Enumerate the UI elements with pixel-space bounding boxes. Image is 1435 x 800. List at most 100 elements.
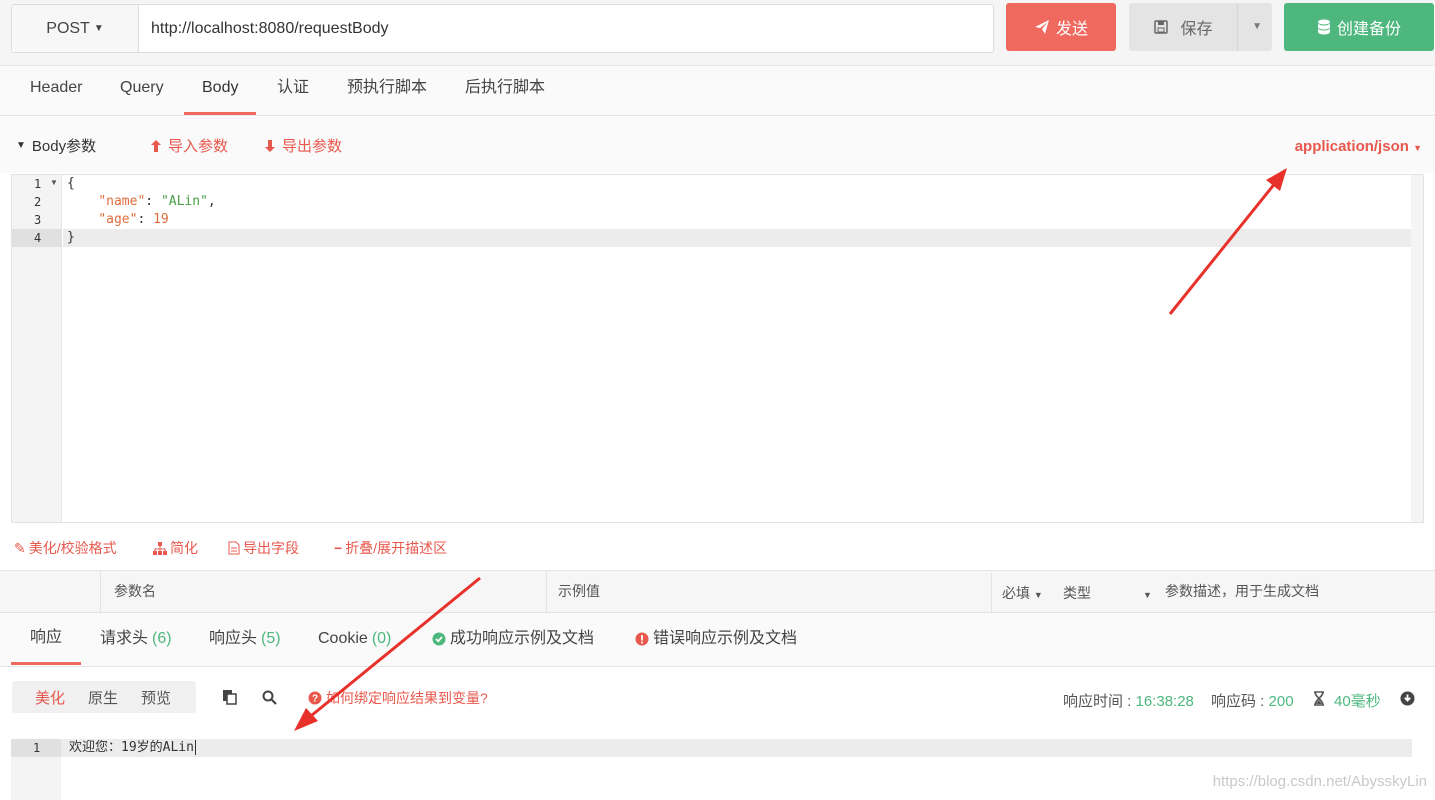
chevron-down-icon[interactable]: ▼	[1252, 21, 1262, 32]
duration: 40毫秒	[1334, 693, 1381, 710]
arrow-up-icon	[151, 139, 161, 152]
tab-pre-script[interactable]: 预执行脚本	[329, 66, 445, 115]
tab-error-docs[interactable]: 错误响应示例及文档	[616, 613, 816, 665]
response-code: 响应码 : 200	[1211, 690, 1294, 711]
view-preview[interactable]: 预览	[141, 687, 171, 708]
file-icon	[228, 541, 240, 555]
count-badge: (0)	[371, 630, 392, 647]
response-toolbar: 美化 原生 预览 ? 如何绑定响应结果到变量? 响应时间 : 16:38:28 …	[0, 667, 1435, 740]
code-line: "age": 19	[67, 211, 169, 229]
caret-down-icon: ▼	[16, 140, 26, 151]
export-fields-label: 导出字段	[243, 540, 299, 556]
json-key: "name"	[98, 194, 146, 209]
magic-wand-icon: ✎	[14, 539, 26, 556]
active-line-highlight	[63, 229, 1412, 247]
body-editor[interactable]: 1 ▼ 2 3 4 { "name": "ALin", "age": 19 }	[11, 174, 1424, 523]
simplify-button[interactable]: 简化	[153, 538, 198, 558]
tab-response-label: 响应	[30, 628, 63, 646]
simplify-label: 简化	[170, 540, 198, 556]
body-params-toggle[interactable]: ▼ Body参数	[16, 135, 96, 156]
tab-label: 响应头	[209, 630, 258, 647]
json-number: 19	[153, 212, 169, 227]
method-select[interactable]: POST ▼	[12, 5, 139, 52]
import-params-button[interactable]: 导入参数	[150, 135, 228, 156]
tab-label: 成功响应示例及文档	[450, 630, 595, 647]
beautify-button[interactable]: ✎ 美化/校验格式	[14, 538, 117, 558]
code-line: {	[67, 175, 75, 193]
tab-label: Cookie	[318, 630, 368, 647]
json-string: "ALin"	[160, 194, 208, 209]
code-token: }	[67, 230, 75, 245]
help-link-label: 如何绑定响应结果到变量?	[326, 690, 488, 706]
editor-toolbar: ✎ 美化/校验格式 简化 导出字段 − 折叠/展开描述区	[0, 532, 1435, 562]
svg-text:?: ?	[312, 694, 318, 705]
col-description: 参数描述，用于生成文档	[1165, 583, 1319, 599]
tab-query[interactable]: Query	[102, 66, 182, 115]
tab-success-docs[interactable]: 成功响应示例及文档	[413, 613, 613, 665]
tab-cookie[interactable]: Cookie (0)	[299, 613, 410, 665]
create-backup-button[interactable]: 创建备份	[1284, 3, 1434, 51]
export-params-button[interactable]: 导出参数	[264, 135, 342, 156]
database-icon	[1317, 19, 1330, 35]
view-beautify[interactable]: 美化	[35, 687, 65, 708]
body-params-title: Body参数	[31, 138, 97, 155]
tab-response-headers[interactable]: 响应头 (5)	[190, 613, 300, 665]
paper-plane-icon	[1034, 20, 1049, 34]
fold-icon[interactable]: ▼	[50, 178, 58, 187]
type-select[interactable]: 类型 ▼	[1063, 573, 1152, 614]
question-circle-icon: ?	[308, 691, 322, 705]
send-label: 发送	[1055, 21, 1088, 38]
response-editor[interactable]: 1 欢迎您：19岁的ALin	[11, 739, 1424, 800]
active-line-highlight	[61, 739, 1412, 757]
view-mode-group: 美化 原生 预览	[12, 681, 196, 713]
response-tabs: 响应 请求头 (6) 响应头 (5) Cookie (0) 成功响应示例及文档 错误响…	[0, 613, 1435, 667]
time-value: 16:38:28	[1135, 693, 1194, 710]
save-button[interactable]: 保存 ▼	[1129, 3, 1272, 51]
type-label: 类型	[1063, 585, 1091, 601]
count-badge: (5)	[261, 630, 281, 647]
export-fields-button[interactable]: 导出字段	[228, 538, 299, 558]
response-text: 欢迎您：19岁的ALin	[69, 739, 196, 757]
tab-body[interactable]: Body	[184, 66, 257, 115]
line-number: 2	[34, 195, 42, 209]
chevron-down-icon: ▼	[93, 23, 104, 34]
bind-help-link[interactable]: ? 如何绑定响应结果到变量?	[308, 688, 488, 708]
text-cursor	[194, 740, 196, 755]
url-input[interactable]	[151, 5, 981, 52]
code-token: :	[137, 212, 154, 227]
required-select[interactable]: 必填 ▼	[991, 573, 1051, 614]
view-raw[interactable]: 原生	[88, 687, 118, 708]
tab-post-script[interactable]: 后执行脚本	[447, 66, 563, 115]
download-circle-icon[interactable]	[1400, 691, 1415, 706]
method-label: POST	[46, 19, 90, 37]
tab-auth[interactable]: 认证	[259, 66, 327, 115]
code-value: 200	[1268, 693, 1294, 710]
check-circle-icon	[432, 632, 446, 646]
body-params-header: ▼ Body参数 导入参数 导出参数 application/json ▼	[0, 117, 1435, 173]
editor-scrollbar[interactable]	[1411, 175, 1423, 522]
search-icon[interactable]	[262, 690, 277, 705]
content-type-label: application/json	[1294, 138, 1409, 155]
line-number: 3	[34, 213, 42, 227]
hourglass-icon	[1314, 691, 1324, 706]
copy-icon[interactable]	[222, 689, 238, 705]
send-button[interactable]: 发送	[1006, 3, 1116, 51]
tab-label: 错误响应示例及文档	[653, 630, 798, 647]
count-badge: (6)	[152, 630, 172, 647]
save-label: 保存	[1180, 21, 1213, 38]
response-text-content: 欢迎您：19岁的ALin	[69, 740, 194, 755]
tab-header[interactable]: Header	[12, 66, 100, 115]
content-type-select[interactable]: application/json ▼	[1295, 138, 1422, 155]
backup-label: 创建备份	[1336, 21, 1401, 38]
tab-request-headers[interactable]: 请求头 (6)	[81, 613, 191, 665]
line-number: 1	[33, 741, 41, 755]
caret-down-icon: ▼	[1413, 143, 1422, 153]
fold-description-button[interactable]: − 折叠/展开描述区	[334, 538, 447, 558]
response-time: 响应时间 : 16:38:28	[1063, 690, 1194, 711]
code-token: :	[145, 194, 161, 209]
sitemap-icon	[153, 541, 167, 555]
save-icon	[1154, 20, 1169, 34]
code-token: {	[67, 176, 75, 191]
tab-response[interactable]: 响应	[11, 613, 82, 665]
time-label: 响应时间 :	[1063, 693, 1132, 710]
